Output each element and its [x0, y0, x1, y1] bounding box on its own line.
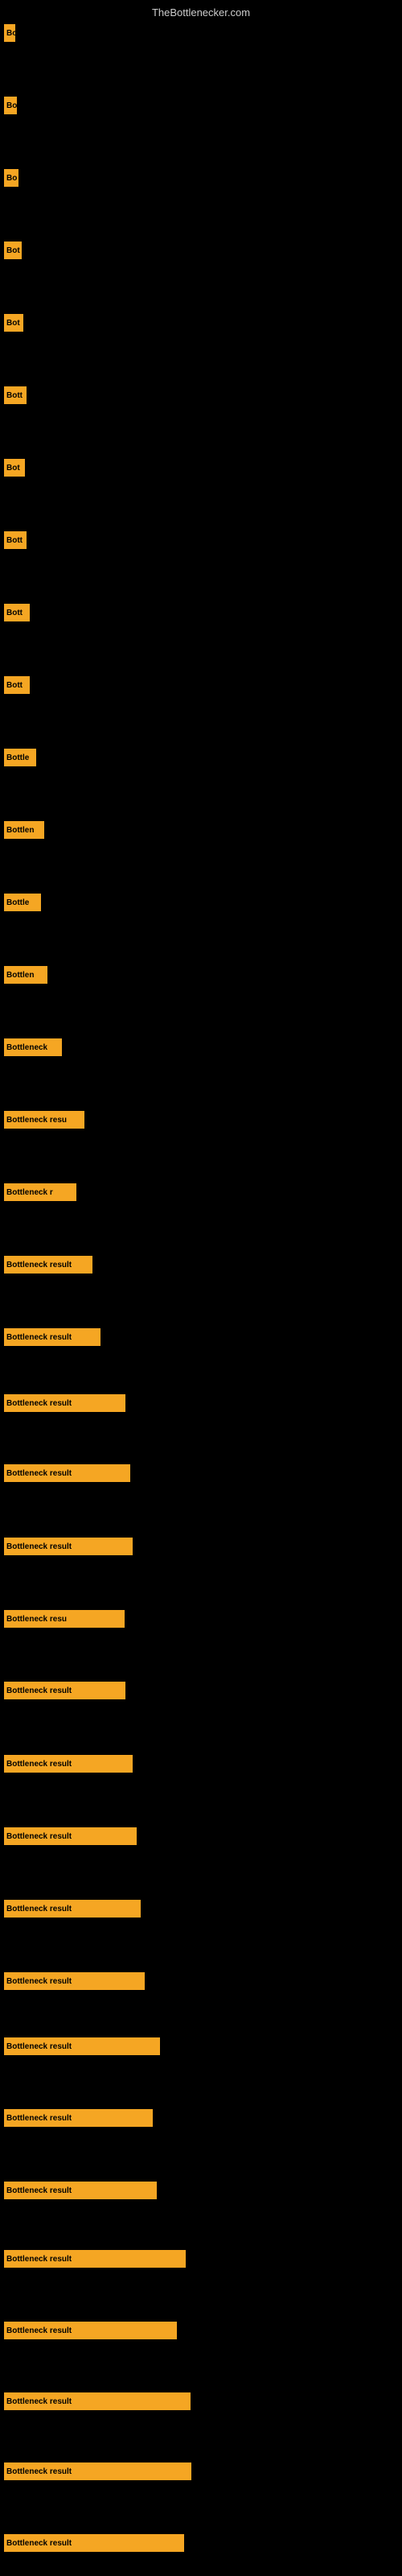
bar-label: Bottle: [6, 898, 29, 907]
bar-item: Bottleneck result: [4, 1464, 130, 1482]
bar-item: Bottleneck result: [4, 1827, 137, 1845]
bar-label: Bottleneck r: [6, 1188, 53, 1197]
bar-label: Bottleneck result: [6, 2467, 72, 2476]
bar-label: Bottleneck result: [6, 2397, 72, 2406]
bar-item: Bottleneck resu: [4, 1111, 84, 1129]
bar-item: Bottleneck r: [4, 1183, 76, 1201]
bar-item: Bottleneck result: [4, 2182, 157, 2199]
bar-label: Bot: [6, 464, 20, 473]
bar-item: Bottleneck result: [4, 2322, 177, 2339]
bar-label: Bo: [6, 101, 17, 110]
bar-item: Bo: [4, 169, 18, 187]
bar-item: Bottleneck result: [4, 2037, 160, 2055]
bar-item: Bottleneck result: [4, 2109, 153, 2127]
bar-label: Bottleneck result: [6, 1760, 72, 1769]
bar-item: Bottleneck result: [4, 1900, 141, 1918]
bar-label: Bottleneck resu: [6, 1116, 67, 1125]
bar-label: Bottleneck result: [6, 1686, 72, 1695]
bar-item: Bottleneck result: [4, 1755, 133, 1773]
site-title: TheBottlenecker.com: [152, 6, 250, 19]
bar-label: Bottleneck result: [6, 2255, 72, 2264]
bar-label: Bottlen: [6, 826, 34, 835]
bar-item: Bot: [4, 242, 22, 259]
bar-label: Bottleneck result: [6, 1542, 72, 1551]
bar-label: Bott: [6, 609, 23, 617]
bar-item: Bottleneck result: [4, 2534, 184, 2552]
bar-label: Bot: [6, 319, 20, 328]
bar-label: Bott: [6, 681, 23, 690]
bar-label: Bottleneck result: [6, 2114, 72, 2123]
bar-label: Bottleneck result: [6, 1469, 72, 1478]
bar-label: Bottleneck: [6, 1043, 47, 1052]
bar-item: Bottlen: [4, 966, 47, 984]
bar-item: Bottle: [4, 749, 36, 766]
bar-item: Bottleneck result: [4, 1682, 125, 1699]
bar-item: Bottleneck result: [4, 1328, 100, 1346]
bar-label: Bottleneck result: [6, 1261, 72, 1269]
bar-item: Bot: [4, 314, 23, 332]
bar-label: Bottleneck resu: [6, 1615, 67, 1624]
bar-label: Bot: [6, 246, 20, 255]
bar-item: Bott: [4, 531, 27, 549]
bar-label: Bott: [6, 391, 23, 400]
bar-item: Bottleneck result: [4, 2462, 191, 2480]
bar-item: Bottleneck result: [4, 1394, 125, 1412]
bar-item: Bott: [4, 604, 30, 621]
bar-item: Bottleneck result: [4, 2250, 186, 2268]
bar-label: Bottleneck result: [6, 1832, 72, 1841]
bar-item: Bottleneck result: [4, 2392, 191, 2410]
bar-item: Bottleneck: [4, 1038, 62, 1056]
bar-item: Bottleneck result: [4, 1972, 145, 1990]
bar-label: Bottle: [6, 753, 29, 762]
bar-label: Bottleneck result: [6, 1977, 72, 1986]
bar-item: Bott: [4, 676, 30, 694]
bar-label: Bott: [6, 536, 23, 545]
bar-item: Bott: [4, 386, 27, 404]
bar-item: Bo: [4, 24, 15, 42]
bar-item: Bottleneck resu: [4, 1610, 125, 1628]
bar-label: Bottlen: [6, 971, 34, 980]
bar-item: Bottleneck result: [4, 1538, 133, 1555]
bar-item: Bot: [4, 459, 25, 477]
bar-item: Bottleneck result: [4, 1256, 92, 1274]
bar-item: Bo: [4, 97, 17, 114]
bar-item: Bottlen: [4, 821, 44, 839]
bar-label: Bottleneck result: [6, 2186, 72, 2195]
bar-label: Bo: [6, 174, 17, 183]
bar-item: Bottle: [4, 894, 41, 911]
bar-label: Bottleneck result: [6, 2539, 72, 2548]
bar-label: Bo: [6, 29, 15, 38]
bar-label: Bottleneck result: [6, 2326, 72, 2335]
bar-label: Bottleneck result: [6, 1333, 72, 1342]
bar-label: Bottleneck result: [6, 1905, 72, 1913]
bar-label: Bottleneck result: [6, 1399, 72, 1408]
bar-label: Bottleneck result: [6, 2042, 72, 2051]
